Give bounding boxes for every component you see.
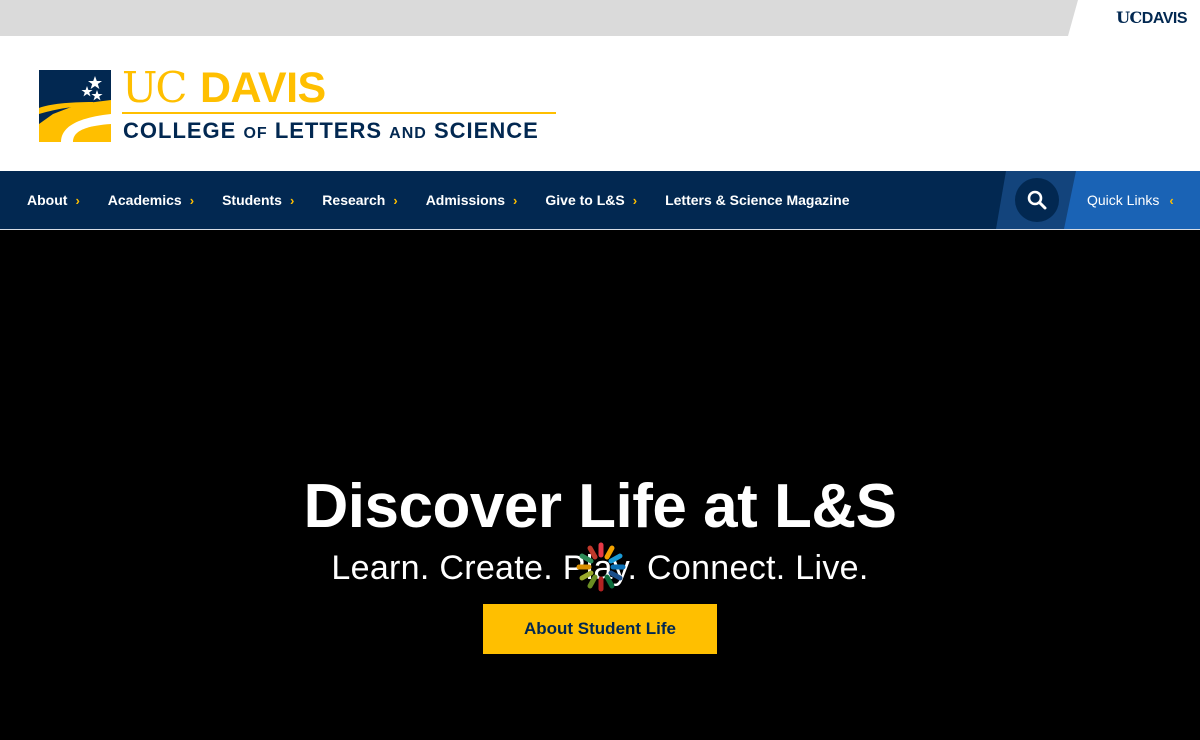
- wordmark-divider: [122, 112, 556, 114]
- college-wordmark[interactable]: UC DAVIS COLLEGE OF LETTERS AND SCIENCE: [122, 66, 562, 146]
- utility-logo-davis: DAVIS: [1141, 10, 1188, 27]
- search-button[interactable]: [1015, 178, 1059, 222]
- quick-links-button[interactable]: Quick Links ‹: [1064, 171, 1200, 229]
- about-student-life-button[interactable]: About Student Life: [483, 604, 717, 654]
- nav-item-label: Students: [222, 192, 282, 208]
- nav-item-label: Letters & Science Magazine: [665, 192, 850, 208]
- ucdavis-utility-logo[interactable]: UCDAVIS: [1116, 9, 1187, 28]
- search-icon: [1027, 190, 1047, 210]
- hero-title: Discover Life at L&S: [303, 472, 897, 541]
- hero-section: Discover Life at L&S Learn. Create. Play…: [0, 230, 1200, 740]
- nav-item-label: About: [27, 192, 68, 208]
- utility-logo-container: UCDAVIS: [1068, 0, 1200, 36]
- college-word-letters: LETTERS: [274, 118, 383, 143]
- wordmark-uc: UC: [122, 63, 188, 112]
- nav-item-students[interactable]: Students ›: [222, 192, 294, 208]
- college-word-of: OF: [243, 125, 268, 142]
- ucdavis-seal-icon[interactable]: [39, 70, 111, 142]
- chevron-right-icon: ›: [289, 192, 295, 208]
- brand-header: UC DAVIS COLLEGE OF LETTERS AND SCIENCE: [0, 36, 1200, 171]
- chevron-right-icon: ›: [632, 192, 638, 208]
- nav-item-label: Academics: [107, 192, 182, 208]
- quick-links-label: Quick Links: [1087, 192, 1160, 208]
- chevron-left-icon: ‹: [1169, 192, 1174, 208]
- nav-item-academics[interactable]: Academics ›: [108, 192, 194, 208]
- utility-logo-uc: UC: [1116, 8, 1142, 27]
- chevron-right-icon: ›: [189, 192, 195, 208]
- chevron-right-icon: ›: [513, 192, 518, 208]
- nav-item-about[interactable]: About ›: [27, 192, 80, 208]
- college-word-and: AND: [389, 125, 427, 142]
- wordmark-davis: DAVIS: [200, 64, 326, 112]
- college-word-college: COLLEGE: [123, 118, 237, 143]
- utility-bar: UCDAVIS: [0, 0, 1200, 36]
- nav-item-label: Admissions: [425, 192, 506, 208]
- nav-item-label: Research: [322, 192, 386, 208]
- nav-item-give[interactable]: Give to L&S ›: [545, 192, 637, 208]
- nav-item-magazine[interactable]: Letters & Science Magazine: [665, 192, 849, 208]
- nav-item-label: Give to L&S: [545, 192, 625, 208]
- nav-item-admissions[interactable]: Admissions ›: [426, 192, 518, 208]
- nav-item-research[interactable]: Research ›: [322, 192, 397, 208]
- college-word-science: SCIENCE: [433, 118, 539, 143]
- chevron-right-icon: ›: [393, 192, 398, 208]
- nav-list: About › Academics › Students › Research …: [27, 171, 878, 229]
- chevron-right-icon: ›: [75, 192, 80, 208]
- college-name: COLLEGE OF LETTERS AND SCIENCE: [123, 119, 539, 146]
- loading-spinner-icon: [576, 542, 626, 592]
